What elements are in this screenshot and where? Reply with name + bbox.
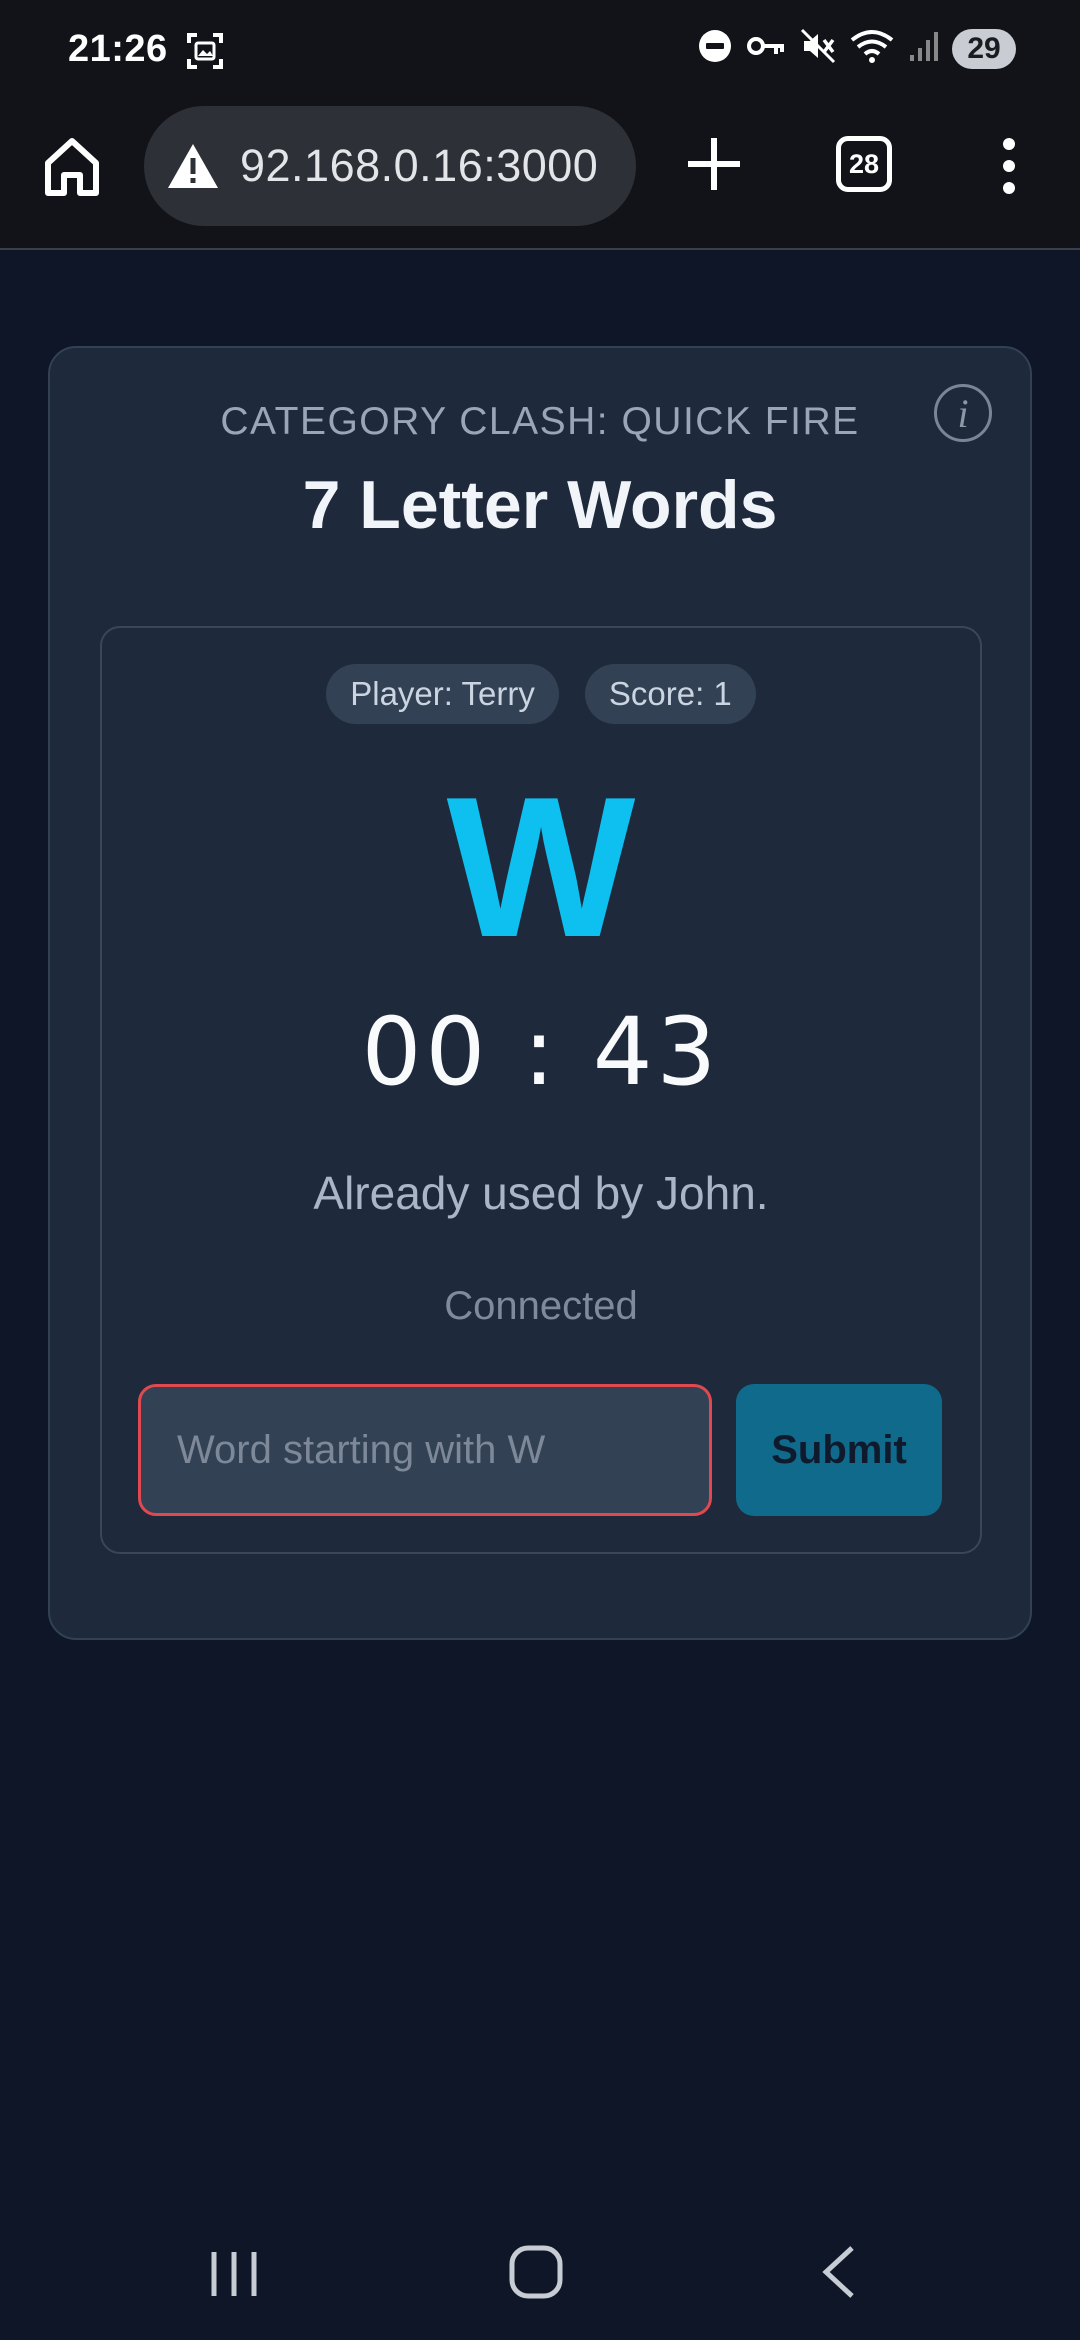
security-warning-icon[interactable] (166, 141, 220, 191)
signal-icon (908, 29, 938, 68)
connection-status: Connected (444, 1284, 638, 1328)
word-input[interactable] (138, 1384, 712, 1516)
recents-icon[interactable] (208, 2248, 260, 2305)
status-icons: 29 (698, 28, 1016, 69)
back-icon[interactable] (818, 2244, 858, 2305)
browser-toolbar: 92.168.0.16:3000 28 (0, 100, 1080, 250)
url-text[interactable]: 92.168.0.16:3000 (240, 140, 598, 192)
game-subtitle: CATEGORY CLASH: QUICK FIRE (220, 400, 860, 443)
vpn-key-icon (746, 29, 786, 68)
page-title: 7 Letter Words (302, 467, 778, 543)
current-letter: W (446, 756, 636, 979)
status-time: 21:26 (68, 28, 168, 70)
home-nav-icon[interactable] (508, 2244, 564, 2305)
countdown-timer: 00 : 43 (361, 998, 721, 1107)
mute-icon (800, 28, 836, 69)
game-panel: Player: Terry Score: 1 W 00 : 43 Already… (100, 626, 982, 1554)
player-badge: Player: Terry (326, 664, 559, 724)
new-tab-icon[interactable] (680, 130, 748, 198)
status-message: Already used by John. (313, 1167, 769, 1219)
battery-icon: 29 (952, 28, 1016, 69)
dnd-icon (698, 29, 732, 68)
screenshot-icon (186, 32, 224, 75)
badge-row: Player: Terry Score: 1 (102, 664, 980, 724)
navigation-bar (0, 2200, 1080, 2340)
more-menu-icon[interactable] (994, 136, 1024, 196)
address-bar[interactable]: 92.168.0.16:3000 (144, 106, 636, 226)
submit-button[interactable]: Submit (736, 1384, 942, 1516)
status-bar: 21:26 29 (0, 0, 1080, 100)
tabs-icon[interactable]: 28 (836, 136, 892, 192)
wifi-icon (850, 28, 894, 69)
home-icon[interactable] (40, 135, 104, 199)
score-badge: Score: 1 (584, 664, 756, 724)
game-card: i CATEGORY CLASH: QUICK FIRE 7 Letter Wo… (48, 346, 1032, 1640)
